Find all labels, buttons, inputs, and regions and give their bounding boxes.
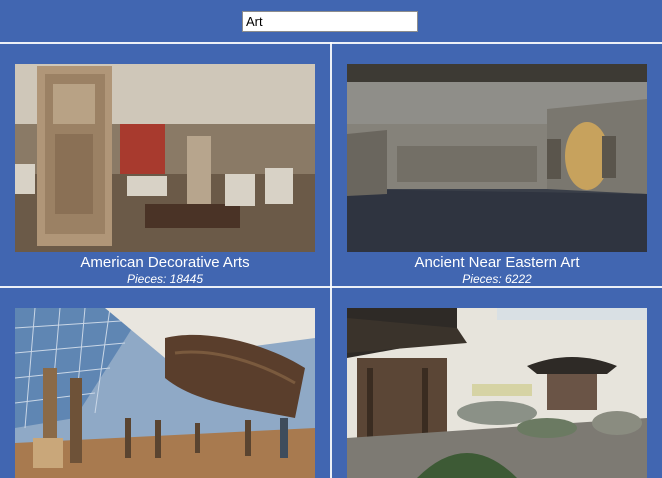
department-image: [347, 64, 647, 252]
department-name: American Decorative Arts: [80, 254, 250, 271]
department-card[interactable]: [0, 288, 330, 478]
department-image: [15, 308, 315, 478]
department-card[interactable]: [332, 288, 662, 478]
department-image: [347, 308, 647, 478]
department-piece-count: Pieces: 6222: [462, 272, 532, 286]
top-bar: [0, 0, 662, 42]
search-input[interactable]: [242, 11, 418, 32]
department-card-american-decorative-arts[interactable]: American Decorative Arts Pieces: 18445: [0, 44, 330, 286]
department-image: [15, 64, 315, 252]
department-piece-count: Pieces: 18445: [126, 272, 204, 286]
department-card-ancient-near-eastern-art[interactable]: Ancient Near Eastern Art Pieces: 6222: [332, 44, 662, 286]
department-name: Ancient Near Eastern Art: [414, 254, 580, 271]
